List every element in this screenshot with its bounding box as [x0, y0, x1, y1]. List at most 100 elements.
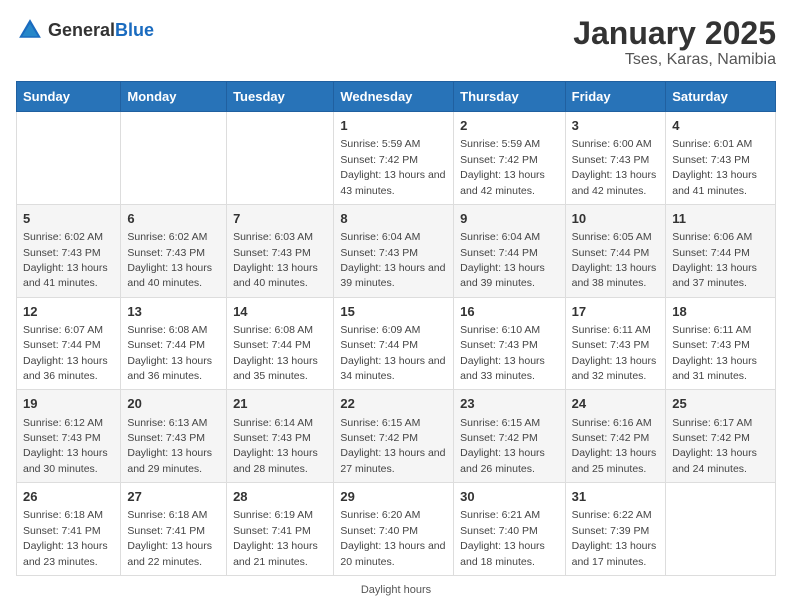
day-info: Sunrise: 6:02 AMSunset: 7:43 PMDaylight:… — [23, 231, 108, 289]
calendar-cell: 23Sunrise: 6:15 AMSunset: 7:42 PMDayligh… — [454, 390, 565, 483]
calendar-cell: 30 Sunrise: 6:21 AMSunset: 7:40 PMDayligh… — [454, 483, 565, 576]
calendar-cell: 20Sunrise: 6:13 AMSunset: 7:43 PMDayligh… — [121, 390, 227, 483]
calendar-cell: 5 Sunrise: 6:02 AMSunset: 7:43 PMDaylight… — [17, 204, 121, 297]
calendar-cell: 22 Sunrise: 6:15 AMSunset: 7:42 PMDayligh… — [334, 390, 454, 483]
calendar-cell: 17 Sunrise: 6:11 AMSunset: 7:43 PMDayligh… — [565, 297, 666, 390]
day-info: Sunrise: 6:20 AMSunset: 7:40 PMDaylight:… — [340, 509, 445, 567]
calendar-cell: 19 Sunrise: 6:12 AMSunset: 7:43 PMDayligh… — [17, 390, 121, 483]
day-number: 7 — [233, 210, 327, 228]
calendar-cell — [121, 112, 227, 205]
calendar-cell: 24Sunrise: 6:16 AMSunset: 7:42 PMDayligh… — [565, 390, 666, 483]
day-info: Sunrise: 6:05 AMSunset: 7:44 PMDaylight:… — [572, 231, 657, 289]
day-info: Sunrise: 6:11 AMSunset: 7:43 PMDaylight:… — [672, 324, 757, 382]
day-number: 4 — [672, 117, 769, 135]
day-number: 29 — [340, 488, 447, 506]
footer: Daylight hours — [16, 584, 776, 596]
daylight-label: Daylight hours — [361, 584, 431, 596]
day-of-week-header: Saturday — [666, 82, 776, 112]
calendar-cell: 10 Sunrise: 6:05 AMSunset: 7:44 PMDayligh… — [565, 204, 666, 297]
calendar-cell: 31Sunrise: 6:22 AMSunset: 7:39 PMDayligh… — [565, 483, 666, 576]
day-number: 24 — [572, 395, 660, 413]
day-number: 28 — [233, 488, 327, 506]
day-number: 13 — [127, 303, 220, 321]
day-info: Sunrise: 6:21 AMSunset: 7:40 PMDaylight:… — [460, 509, 545, 567]
day-info: Sunrise: 6:08 AMSunset: 7:44 PMDaylight:… — [127, 324, 212, 382]
calendar-week-row: 26 Sunrise: 6:18 AMSunset: 7:41 PMDayligh… — [17, 483, 776, 576]
logo: GeneralBlue — [16, 16, 154, 44]
day-number: 15 — [340, 303, 447, 321]
day-number: 26 — [23, 488, 114, 506]
day-number: 9 — [460, 210, 558, 228]
day-number: 19 — [23, 395, 114, 413]
logo-text-blue: Blue — [115, 21, 154, 39]
day-info: Sunrise: 6:12 AMSunset: 7:43 PMDaylight:… — [23, 417, 108, 475]
day-of-week-header: Thursday — [454, 82, 565, 112]
day-number: 16 — [460, 303, 558, 321]
calendar-cell: 8Sunrise: 6:04 AMSunset: 7:43 PMDaylight… — [334, 204, 454, 297]
calendar-cell: 6Sunrise: 6:02 AMSunset: 7:43 PMDaylight… — [121, 204, 227, 297]
calendar-cell: 21 Sunrise: 6:14 AMSunset: 7:43 PMDayligh… — [227, 390, 334, 483]
day-info: Sunrise: 6:11 AMSunset: 7:43 PMDaylight:… — [572, 324, 657, 382]
day-info: Sunrise: 6:04 AMSunset: 7:43 PMDaylight:… — [340, 231, 445, 289]
day-info: Sunrise: 6:14 AMSunset: 7:43 PMDaylight:… — [233, 417, 318, 475]
day-of-week-header: Sunday — [17, 82, 121, 112]
day-info: Sunrise: 5:59 AMSunset: 7:42 PMDaylight:… — [340, 138, 445, 196]
day-number: 17 — [572, 303, 660, 321]
calendar-week-row: 1 Sunrise: 5:59 AMSunset: 7:42 PMDaylight… — [17, 112, 776, 205]
calendar-cell: 14 Sunrise: 6:08 AMSunset: 7:44 PMDayligh… — [227, 297, 334, 390]
calendar-cell: 7 Sunrise: 6:03 AMSunset: 7:43 PMDaylight… — [227, 204, 334, 297]
calendar-cell — [227, 112, 334, 205]
calendar-cell: 12Sunrise: 6:07 AMSunset: 7:44 PMDayligh… — [17, 297, 121, 390]
day-info: Sunrise: 6:03 AMSunset: 7:43 PMDaylight:… — [233, 231, 318, 289]
day-info: Sunrise: 6:19 AMSunset: 7:41 PMDaylight:… — [233, 509, 318, 567]
day-number: 21 — [233, 395, 327, 413]
calendar-week-row: 19 Sunrise: 6:12 AMSunset: 7:43 PMDayligh… — [17, 390, 776, 483]
day-of-week-header: Tuesday — [227, 82, 334, 112]
calendar-cell — [666, 483, 776, 576]
day-info: Sunrise: 6:15 AMSunset: 7:42 PMDaylight:… — [340, 417, 445, 475]
calendar-table: SundayMondayTuesdayWednesdayThursdayFrid… — [16, 81, 776, 576]
calendar-week-row: 5 Sunrise: 6:02 AMSunset: 7:43 PMDaylight… — [17, 204, 776, 297]
calendar-cell: 16 Sunrise: 6:10 AMSunset: 7:43 PMDayligh… — [454, 297, 565, 390]
calendar-cell: 25 Sunrise: 6:17 AMSunset: 7:42 PMDayligh… — [666, 390, 776, 483]
day-info: Sunrise: 5:59 AMSunset: 7:42 PMDaylight:… — [460, 138, 545, 196]
day-of-week-header: Friday — [565, 82, 666, 112]
calendar-cell: 1 Sunrise: 5:59 AMSunset: 7:42 PMDaylight… — [334, 112, 454, 205]
day-info: Sunrise: 6:10 AMSunset: 7:43 PMDaylight:… — [460, 324, 545, 382]
day-info: Sunrise: 6:08 AMSunset: 7:44 PMDaylight:… — [233, 324, 318, 382]
day-number: 3 — [572, 117, 660, 135]
day-number: 11 — [672, 210, 769, 228]
calendar-cell: 28 Sunrise: 6:19 AMSunset: 7:41 PMDayligh… — [227, 483, 334, 576]
calendar-cell: 3 Sunrise: 6:00 AMSunset: 7:43 PMDaylight… — [565, 112, 666, 205]
calendar-week-row: 12Sunrise: 6:07 AMSunset: 7:44 PMDayligh… — [17, 297, 776, 390]
day-info: Sunrise: 6:09 AMSunset: 7:44 PMDaylight:… — [340, 324, 445, 382]
calendar-cell: 15 Sunrise: 6:09 AMSunset: 7:44 PMDayligh… — [334, 297, 454, 390]
day-number: 5 — [23, 210, 114, 228]
calendar-cell: 27 Sunrise: 6:18 AMSunset: 7:41 PMDayligh… — [121, 483, 227, 576]
calendar-cell: 9Sunrise: 6:04 AMSunset: 7:44 PMDaylight… — [454, 204, 565, 297]
day-of-week-header: Monday — [121, 82, 227, 112]
day-number: 25 — [672, 395, 769, 413]
days-header-row: SundayMondayTuesdayWednesdayThursdayFrid… — [17, 82, 776, 112]
day-info: Sunrise: 6:01 AMSunset: 7:43 PMDaylight:… — [672, 138, 757, 196]
calendar-title: January 2025 — [573, 16, 776, 51]
title-area: January 2025 Tses, Karas, Namibia — [573, 16, 776, 69]
day-info: Sunrise: 6:17 AMSunset: 7:42 PMDaylight:… — [672, 417, 757, 475]
day-info: Sunrise: 6:00 AMSunset: 7:43 PMDaylight:… — [572, 138, 657, 196]
day-info: Sunrise: 6:18 AMSunset: 7:41 PMDaylight:… — [127, 509, 212, 567]
day-info: Sunrise: 6:06 AMSunset: 7:44 PMDaylight:… — [672, 231, 757, 289]
calendar-cell: 2 Sunrise: 5:59 AMSunset: 7:42 PMDaylight… — [454, 112, 565, 205]
day-number: 22 — [340, 395, 447, 413]
day-number: 1 — [340, 117, 447, 135]
calendar-cell: 18Sunrise: 6:11 AMSunset: 7:43 PMDayligh… — [666, 297, 776, 390]
calendar-cell: 4 Sunrise: 6:01 AMSunset: 7:43 PMDaylight… — [666, 112, 776, 205]
day-number: 10 — [572, 210, 660, 228]
calendar-cell: 11 Sunrise: 6:06 AMSunset: 7:44 PMDayligh… — [666, 204, 776, 297]
day-info: Sunrise: 6:02 AMSunset: 7:43 PMDaylight:… — [127, 231, 212, 289]
calendar-cell: 13 Sunrise: 6:08 AMSunset: 7:44 PMDayligh… — [121, 297, 227, 390]
day-number: 2 — [460, 117, 558, 135]
calendar-cell: 26Sunrise: 6:18 AMSunset: 7:41 PMDayligh… — [17, 483, 121, 576]
day-number: 27 — [127, 488, 220, 506]
day-number: 14 — [233, 303, 327, 321]
day-number: 30 — [460, 488, 558, 506]
